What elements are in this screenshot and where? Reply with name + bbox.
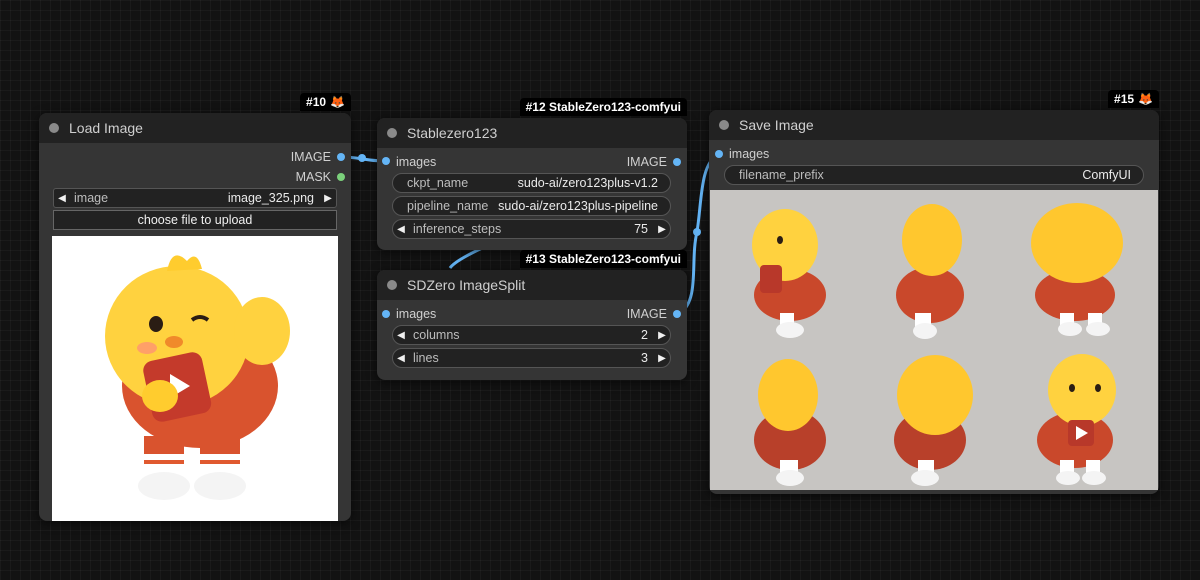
output-image-slot[interactable] <box>673 310 681 318</box>
arrow-left-icon[interactable]: ◀ <box>393 353 409 364</box>
collapse-dot-icon[interactable] <box>387 280 397 290</box>
multiview-grid <box>752 203 1123 486</box>
widget-value: sudo-ai/zero123plus-pipeline <box>498 199 658 213</box>
node-title: Stablezero123 <box>407 125 498 141</box>
node-header[interactable]: SDZero ImageSplit <box>377 270 687 300</box>
chick-illustration <box>105 255 290 500</box>
lines-widget[interactable]: ◀ lines 3 ▶ <box>392 348 671 368</box>
output-mask-label: MASK <box>295 170 331 184</box>
collapse-dot-icon[interactable] <box>49 123 59 133</box>
output-preview <box>710 190 1158 490</box>
output-image-label: IMAGE <box>626 155 667 169</box>
node-id-label: #13 StableZero123-comfyui <box>525 252 681 266</box>
node-badge: #15 🦊 <box>1108 90 1159 108</box>
widget-label: columns <box>413 328 460 342</box>
widget-value: sudo-ai/zero123plus-v1.2 <box>517 176 658 190</box>
arrow-right-icon[interactable]: ▶ <box>654 224 670 235</box>
output-image-label: IMAGE <box>290 150 331 164</box>
arrow-left-icon[interactable]: ◀ <box>393 330 409 341</box>
arrow-right-icon[interactable]: ▶ <box>654 353 670 364</box>
load-image-node[interactable]: #10 🦊 Load Image IMAGE MASK ◀ image imag… <box>39 93 351 521</box>
input-images-slot[interactable] <box>382 157 390 165</box>
collapse-dot-icon[interactable] <box>719 120 729 130</box>
widget-value: 75 <box>634 222 648 236</box>
widget-value: 3 <box>641 351 648 365</box>
input-images-slot[interactable] <box>382 310 390 318</box>
node-id-label: #12 StableZero123-comfyui <box>525 100 681 114</box>
save-image-node[interactable]: #15 🦊 Save Image images filename_prefix … <box>709 90 1159 494</box>
pipeline-name-widget[interactable]: pipeline_name sudo-ai/zero123plus-pipeli… <box>392 196 671 216</box>
input-images-label: images <box>729 147 770 161</box>
fox-icon: 🦊 <box>1138 92 1153 106</box>
output-image-slot[interactable] <box>673 158 681 166</box>
node-badge: #10 🦊 <box>300 93 351 111</box>
inference-steps-widget[interactable]: ◀ inference_steps 75 ▶ <box>392 219 671 239</box>
widget-value: ComfyUI <box>1082 168 1131 182</box>
widget-value: 2 <box>641 328 648 342</box>
arrow-right-icon[interactable]: ▶ <box>320 193 336 204</box>
arrow-right-icon[interactable]: ▶ <box>654 330 670 341</box>
widget-label: filename_prefix <box>739 168 824 182</box>
node-header[interactable]: Stablezero123 <box>377 118 687 148</box>
widget-label: pipeline_name <box>407 199 489 213</box>
arrow-left-icon[interactable]: ◀ <box>393 224 409 235</box>
output-mask-slot[interactable] <box>337 173 345 181</box>
output-image-slot[interactable] <box>337 153 345 161</box>
node-title: SDZero ImageSplit <box>407 277 526 293</box>
widget-label: ckpt_name <box>407 176 469 190</box>
collapse-dot-icon[interactable] <box>387 128 397 138</box>
output-image-label: IMAGE <box>626 307 667 321</box>
filename-prefix-widget[interactable]: filename_prefix ComfyUI <box>724 165 1144 185</box>
node-header[interactable]: Load Image <box>39 113 351 143</box>
widget-value: image_325.png <box>227 191 314 205</box>
columns-widget[interactable]: ◀ columns 2 ▶ <box>392 325 671 345</box>
node-badge: #12 StableZero123-comfyui <box>519 98 687 116</box>
stablezero123-node[interactable]: #12 StableZero123-comfyui Stablezero123 … <box>377 98 687 250</box>
widget-label: inference_steps <box>413 222 502 236</box>
widget-label: lines <box>413 351 439 365</box>
node-title: Save Image <box>739 117 814 133</box>
ckpt-name-widget[interactable]: ckpt_name sudo-ai/zero123plus-v1.2 <box>392 173 671 193</box>
fox-icon: 🦊 <box>330 95 345 109</box>
node-id-label: #15 <box>1114 92 1135 106</box>
node-badge: #13 StableZero123-comfyui <box>519 250 687 268</box>
image-select-widget[interactable]: ◀ image image_325.png ▶ <box>53 188 337 208</box>
image-preview <box>52 236 338 521</box>
node-header[interactable]: Save Image <box>709 110 1159 140</box>
input-images-label: images <box>396 155 437 169</box>
input-images-slot[interactable] <box>715 150 723 158</box>
upload-button[interactable]: choose file to upload <box>53 210 337 230</box>
widget-label: image <box>74 191 109 205</box>
input-images-label: images <box>396 307 437 321</box>
imagesplit-node[interactable]: #13 StableZero123-comfyui SDZero ImageSp… <box>377 250 687 380</box>
node-id-label: #10 <box>306 95 327 109</box>
arrow-left-icon[interactable]: ◀ <box>54 193 70 204</box>
node-title: Load Image <box>69 120 143 136</box>
